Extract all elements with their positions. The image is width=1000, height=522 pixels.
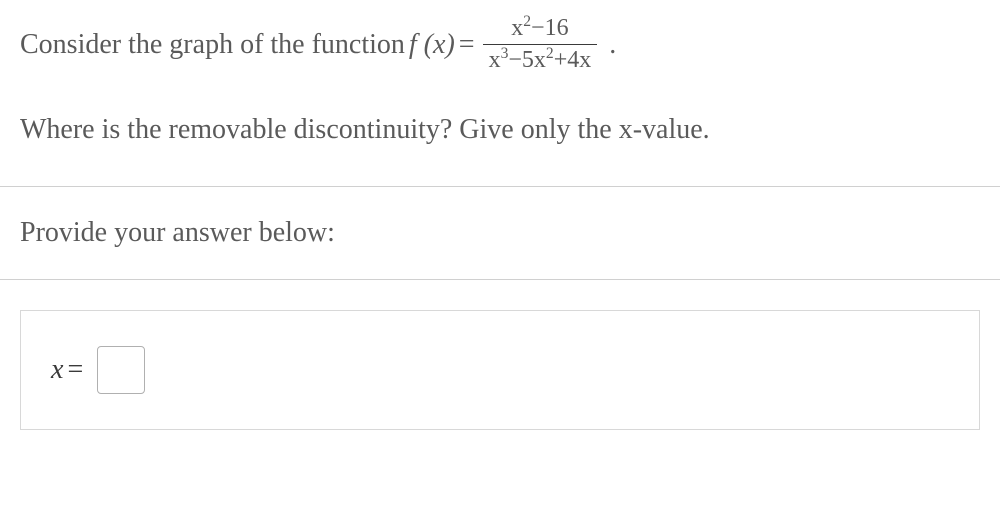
answer-input[interactable]: [97, 346, 145, 394]
answer-area: x =: [20, 310, 980, 430]
answer-row: x =: [51, 346, 949, 394]
divider-2: [0, 279, 1000, 280]
function-notation: f (x): [409, 29, 455, 61]
answer-variable: x: [51, 354, 63, 386]
question-line-1: Consider the graph of the function f (x)…: [20, 15, 980, 74]
question-intro: Consider the graph of the function: [20, 29, 405, 61]
period: .: [609, 29, 616, 61]
denominator: x3−5x2+4x: [483, 44, 598, 74]
divider-1: [0, 186, 1000, 187]
fraction: x2−16 x3−5x2+4x: [483, 15, 598, 74]
numerator: x2−16: [505, 15, 574, 44]
equals-sign: =: [459, 29, 475, 61]
answer-label: Provide your answer below:: [20, 217, 980, 249]
question-prompt: Where is the removable discontinuity? Gi…: [20, 114, 980, 146]
answer-equals: =: [67, 354, 83, 386]
